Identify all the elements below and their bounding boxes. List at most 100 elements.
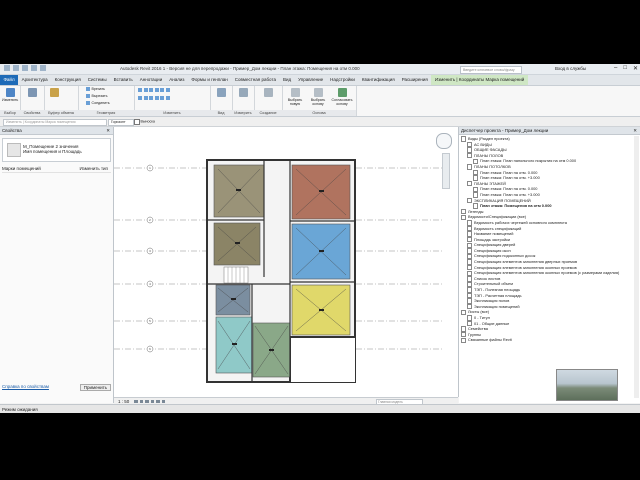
sun-path-icon[interactable] <box>145 399 149 403</box>
room-tag <box>235 242 240 244</box>
tree-node-label: План этажа: План на отм. +3.000 <box>479 191 540 197</box>
view-panel-title: Вид <box>210 110 232 116</box>
apply-button[interactable]: Применить <box>79 384 111 391</box>
crop-icon[interactable] <box>156 399 160 403</box>
tab-5[interactable]: Аннотации <box>136 75 166 85</box>
maximize-icon[interactable]: □ <box>623 65 627 72</box>
detail-level-icon[interactable] <box>134 399 138 403</box>
floor-plan[interactable]: 123456 <box>114 127 458 397</box>
save-icon[interactable] <box>22 65 28 71</box>
tab-11[interactable]: Надстройки <box>327 75 359 85</box>
tab-0[interactable]: Файл <box>0 75 19 85</box>
redo-icon[interactable] <box>40 65 46 71</box>
app-menu-icon[interactable] <box>4 65 10 71</box>
project-browser: Диспетчер проекта - Пример_Дом лекции ✕ В… <box>459 127 640 403</box>
geometry-item-cope[interactable]: Врезать <box>86 87 105 92</box>
trim-icon <box>138 96 142 101</box>
tree-node-label: Семейства <box>467 326 488 332</box>
align-tool[interactable] <box>138 88 171 93</box>
tree-node-label: Ведомости/Спецификации (все) <box>467 214 527 220</box>
project-browser-title: Диспетчер проекта - Пример_Дом лекции <box>461 128 549 133</box>
shadows-icon[interactable] <box>150 399 154 403</box>
measure-icon <box>238 88 248 97</box>
properties-help-link[interactable]: Справка по свойствам <box>2 384 49 389</box>
undo-icon[interactable] <box>31 65 37 71</box>
geometry-item-join[interactable]: Соединить <box>86 101 110 106</box>
tab-2[interactable]: Конструкция <box>51 75 84 85</box>
leader-checkbox[interactable]: Выноска <box>134 119 155 125</box>
tab-6[interactable]: Анализ <box>166 75 188 85</box>
geometry-panel: Врезать Вырезать Соединить Геометрия <box>78 86 135 116</box>
tree-node-label: ПЛАНЫ ПОТОЛКОВ <box>473 163 511 169</box>
select-panel: Изменить Выбор <box>0 86 21 116</box>
pick-new-host-button[interactable]: Выбрать новую <box>284 88 306 106</box>
tree-node-label: ТЭП - Расчетная площадь <box>473 292 522 298</box>
tree-node-label: Спецификация окон <box>473 247 511 253</box>
scrollbar[interactable] <box>634 136 639 398</box>
tree-node-label: Экспликация полов <box>473 298 510 304</box>
array-icon <box>149 96 153 101</box>
visual-style-icon[interactable] <box>139 399 143 403</box>
move-icon <box>154 88 159 93</box>
type-selector[interactable]: М_Помещение 2 значения Имя помещения и П… <box>2 138 111 162</box>
tab-1[interactable]: Архитектура <box>18 75 51 85</box>
hide-icon[interactable] <box>161 399 165 403</box>
modify-button[interactable]: Изменить <box>2 88 18 102</box>
expand-icon[interactable] <box>461 337 467 344</box>
properties-footer: Справка по свойствам Применить <box>2 384 111 391</box>
geometry-item-label: Соединить <box>91 101 110 105</box>
host-item-label: Согласовать основу <box>331 98 353 106</box>
modify-label: Изменить <box>2 98 19 102</box>
create-button[interactable] <box>260 88 276 98</box>
offset-icon <box>143 88 148 93</box>
tab-12[interactable]: Квантификация <box>358 75 398 85</box>
reconcile-host-button[interactable]: Согласовать основу <box>330 88 354 106</box>
properties-panel: Свойства <box>20 86 45 116</box>
tab-10[interactable]: Управление <box>295 75 327 85</box>
close-icon[interactable]: ✕ <box>633 127 637 134</box>
geometry-item-label: Врезать <box>91 87 105 91</box>
tree-node-label: ТЭП - Полезная площадь <box>473 287 521 293</box>
trim-tool[interactable] <box>138 96 171 101</box>
tab-4[interactable]: Вставить <box>110 75 136 85</box>
tree-node-label: 0 - Титул <box>473 315 490 320</box>
select-panel-title[interactable]: Выбор <box>0 110 20 116</box>
properties-button[interactable] <box>24 88 40 98</box>
tree-node[interactable]: Связанные файлы Revit <box>461 337 621 344</box>
measure-button[interactable] <box>235 88 251 98</box>
properties-icon <box>27 88 37 97</box>
ribbon: Изменить Выбор Свойства Буфер обмена Вре… <box>0 86 640 117</box>
tab-14[interactable]: Изменить | Координаты Марка помещений <box>431 75 528 85</box>
leader-label: Выноска <box>140 119 155 124</box>
tab-9[interactable]: Вид <box>279 75 294 85</box>
checkbox-icon <box>134 119 140 125</box>
command-field[interactable]: Изменить | Координаты Марка помещения <box>3 118 107 126</box>
edit-type-button[interactable]: Изменить тип <box>79 165 108 172</box>
tab-7[interactable]: Формы и генплан <box>188 75 231 85</box>
close-icon[interactable]: ✕ <box>106 127 110 134</box>
pick-host-button[interactable]: Выбрать основу <box>307 88 329 106</box>
search-input[interactable]: Введите ключевое слово/фразу <box>460 65 522 74</box>
open-icon[interactable] <box>13 65 19 71</box>
tree-node-label: Строительный объем <box>473 281 513 287</box>
create-icon <box>263 88 273 97</box>
navigation-bar[interactable] <box>442 153 450 189</box>
tab-3[interactable]: Системы <box>84 75 110 85</box>
rotate-icon <box>165 88 170 93</box>
view-button[interactable] <box>213 88 229 98</box>
tree-node-label: АС ВИДЫ <box>473 141 492 147</box>
close-icon[interactable]: ✕ <box>633 65 638 72</box>
minimize-icon[interactable]: – <box>614 65 617 72</box>
orientation-select[interactable]: Горизонт <box>108 118 134 126</box>
drawing-area[interactable]: 123456 <box>114 127 459 397</box>
sign-in-link[interactable]: Вход в службы <box>555 66 586 71</box>
paste-button[interactable] <box>46 88 62 98</box>
tab-8[interactable]: Совместная работа <box>231 75 279 85</box>
type-subname: Имя помещения и Площадь <box>23 149 82 154</box>
tab-13[interactable]: Расширения <box>398 75 431 85</box>
properties-row: Марки помещений Изменить тип <box>2 165 111 173</box>
modify-panel-title: Изменить <box>134 110 210 116</box>
measure-panel: Измерить <box>232 86 255 116</box>
geometry-item-cut[interactable]: Вырезать <box>86 94 107 99</box>
viewcube-icon[interactable] <box>436 133 452 149</box>
